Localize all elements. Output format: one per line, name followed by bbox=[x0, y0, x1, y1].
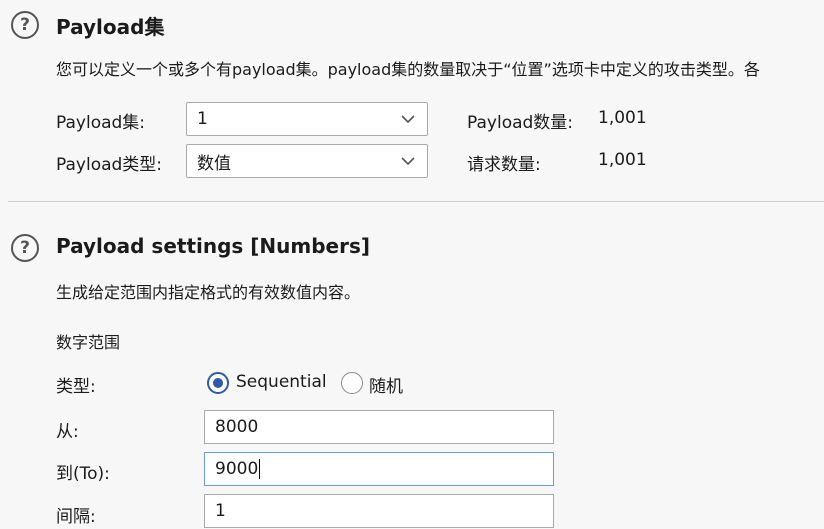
section-divider bbox=[8, 201, 824, 202]
payload-set-value: 1 bbox=[197, 109, 208, 129]
payload-set-select[interactable]: 1 bbox=[186, 102, 428, 136]
from-value: 8000 bbox=[215, 417, 259, 437]
to-input[interactable]: 9000 bbox=[204, 452, 554, 486]
chevron-down-icon bbox=[401, 157, 415, 166]
random-radio[interactable] bbox=[341, 372, 363, 394]
payload-sets-title: Payload集 bbox=[56, 15, 165, 39]
help-icon[interactable]: ? bbox=[11, 11, 39, 39]
to-value: 9000 bbox=[215, 459, 259, 479]
payload-type-label: Payload类型: bbox=[56, 155, 163, 175]
step-input[interactable]: 1 bbox=[204, 494, 554, 528]
sequential-radio[interactable] bbox=[207, 372, 229, 394]
request-count-label: 请求数量: bbox=[467, 155, 541, 175]
payload-type-value: 数值 bbox=[197, 153, 231, 174]
range-type-label: 类型: bbox=[56, 377, 96, 397]
payload-set-label: Payload集: bbox=[56, 113, 146, 133]
payload-count-value: 1,001 bbox=[598, 108, 647, 128]
step-value: 1 bbox=[215, 501, 226, 521]
from-input[interactable]: 8000 bbox=[204, 410, 554, 444]
to-label: 到(To): bbox=[56, 464, 110, 484]
chevron-down-icon bbox=[401, 115, 415, 124]
help-icon[interactable]: ? bbox=[11, 234, 39, 262]
random-label[interactable]: 随机 bbox=[369, 372, 403, 397]
payload-settings-title: Payload settings [Numbers] bbox=[56, 234, 371, 258]
payload-count-label: Payload数量: bbox=[467, 113, 574, 133]
number-range-heading: 数字范围 bbox=[56, 333, 121, 352]
sequential-label[interactable]: Sequential bbox=[236, 372, 327, 392]
payload-type-select[interactable]: 数值 bbox=[186, 144, 428, 178]
from-label: 从: bbox=[56, 422, 79, 442]
step-label: 间隔: bbox=[56, 507, 96, 527]
payload-sets-description: 您可以定义一个或多个有payload集。payload集的数量取决于“位置”选项… bbox=[56, 60, 760, 79]
request-count-value: 1,001 bbox=[598, 150, 647, 170]
payload-settings-description: 生成给定范围内指定格式的有效数值内容。 bbox=[56, 283, 361, 302]
text-cursor bbox=[259, 459, 261, 479]
